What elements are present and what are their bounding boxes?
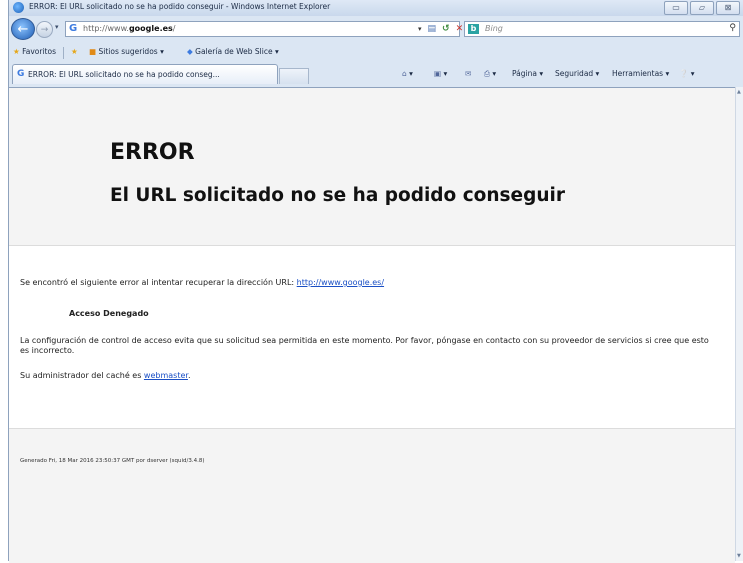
access-denied-heading: Acceso Denegado	[69, 309, 149, 318]
generated-by-text: Generado Fri, 18 Mar 2016 23:50:37 GMT p…	[20, 458, 205, 464]
tab-title: ERROR: El URL solicitado no se ha podido…	[28, 70, 220, 79]
window-title: ERROR: El URL solicitado no se ha podido…	[29, 2, 331, 11]
search-icon[interactable]: ⚲	[729, 23, 736, 33]
google-favicon-icon: G	[17, 69, 25, 79]
compatibility-view-icon[interactable]: ▤	[428, 22, 437, 36]
vertical-scrollbar[interactable]: ▲ ▼	[735, 87, 743, 561]
help-button[interactable]: ❔ ▾	[679, 69, 695, 78]
page-menu[interactable]: Página ▾	[512, 69, 543, 78]
close-button[interactable]: ⊠	[716, 1, 740, 15]
divider	[63, 47, 64, 59]
browser-window: ERROR: El URL solicitado no se ha podido…	[8, 0, 743, 563]
address-bar[interactable]: G http://www.google.es/ ▾ ▤ ↺ ✕	[65, 21, 463, 37]
window-controls: ▭ ▱ ⊠	[664, 1, 740, 15]
admin-message: Su administrador del caché es webmaster.	[20, 371, 191, 380]
web-slice-icon: ◆	[187, 47, 193, 56]
restore-button[interactable]: ▱	[690, 1, 714, 15]
tab-active[interactable]: G ERROR: El URL solicitado no se ha podi…	[12, 64, 278, 84]
webmaster-link[interactable]: webmaster	[144, 371, 188, 380]
bing-logo-icon: b	[468, 24, 479, 34]
star-icon: ★	[13, 47, 20, 56]
add-favorite-button[interactable]: ★	[71, 47, 78, 56]
favorites-bar: ★ Favoritos ★ ■ Sitios sugeridos ▾ ◆ Gal…	[9, 45, 743, 61]
scroll-down-icon[interactable]: ▼	[737, 553, 741, 559]
address-buttons: ▾ ▤ ↺ ✕	[418, 22, 463, 36]
add-to-favorites-icon: ★	[71, 47, 78, 56]
help-icon: ❔	[679, 69, 689, 78]
page-content: ERROR El URL solicitado no se ha podido …	[9, 87, 735, 563]
address-dropdown-icon[interactable]: ▾	[418, 22, 422, 36]
rss-feed-icon: ▣	[434, 69, 442, 78]
stop-icon[interactable]: ✕	[456, 22, 464, 36]
google-favicon-icon: G	[69, 23, 78, 34]
forward-button[interactable]: →	[36, 21, 53, 38]
search-placeholder[interactable]: Bing	[485, 24, 503, 33]
title-bar: ERROR: El URL solicitado no se ha podido…	[9, 0, 743, 16]
back-button[interactable]: ←	[11, 18, 35, 40]
history-dropdown-icon[interactable]: ▾	[55, 23, 59, 31]
error-footer: Generado Fri, 18 Mar 2016 23:50:37 GMT p…	[9, 428, 735, 563]
error-header: ERROR El URL solicitado no se ha podido …	[9, 88, 735, 246]
retrieve-message: Se encontró el siguiente error al intent…	[20, 278, 385, 287]
new-tab-button[interactable]	[279, 68, 309, 84]
feeds-button[interactable]: ▣ ▾	[434, 69, 447, 78]
print-button[interactable]: ⎙ ▾	[484, 69, 496, 79]
ie-logo-icon	[13, 2, 24, 13]
policy-message: La configuración de control de acceso ev…	[20, 336, 709, 355]
web-slice-gallery-link[interactable]: ◆ Galería de Web Slice ▾	[187, 47, 279, 56]
address-url[interactable]: http://www.google.es/	[83, 24, 176, 33]
favorites-button[interactable]: ★ Favoritos	[13, 47, 56, 56]
navigation-bar: ← → ▾ G http://www.google.es/ ▾ ▤ ↺ ✕ b …	[9, 17, 743, 43]
error-title: ERROR	[110, 140, 195, 165]
home-icon: ⌂	[402, 69, 407, 78]
scroll-up-icon[interactable]: ▲	[737, 89, 741, 95]
home-button[interactable]: ⌂ ▾	[402, 69, 413, 78]
mail-button[interactable]: ✉	[465, 69, 471, 78]
minimize-button[interactable]: ▭	[664, 1, 688, 15]
safety-menu[interactable]: Seguridad ▾	[555, 69, 599, 78]
mail-icon: ✉	[465, 69, 472, 78]
requested-url-link[interactable]: http://www.google.es/	[297, 278, 384, 287]
error-subtitle: El URL solicitado no se ha podido conseg…	[110, 185, 565, 206]
tab-bar: G ERROR: El URL solicitado no se ha podi…	[9, 62, 743, 86]
suggested-sites-link[interactable]: ■ Sitios sugeridos ▾	[89, 47, 164, 56]
tools-menu[interactable]: Herramientas ▾	[612, 69, 669, 78]
print-icon: ⎙	[484, 69, 490, 78]
suggested-sites-icon: ■	[89, 47, 97, 56]
error-body: Se encontró el siguiente error al intent…	[9, 248, 735, 425]
search-box[interactable]: b Bing ⚲	[464, 21, 740, 37]
refresh-icon[interactable]: ↺	[442, 22, 450, 36]
